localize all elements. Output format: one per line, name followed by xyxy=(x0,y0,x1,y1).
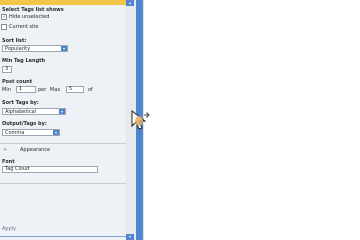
footer-bar xyxy=(0,236,126,237)
post-count-label: Post count xyxy=(2,79,33,85)
hide-unselected-checkbox[interactable]: ✓ xyxy=(1,14,7,20)
scroll-up-icon[interactable]: ▴ xyxy=(126,0,134,6)
current-site-checkbox[interactable] xyxy=(1,24,7,30)
font-label: Font xyxy=(2,159,15,165)
sort-tags-value: Alphabetical xyxy=(5,109,37,115)
output-value: Comma xyxy=(5,130,25,136)
settings-panel: Select Tags list shows ✓ Hide unselected… xyxy=(0,0,126,240)
output-select[interactable]: Comma ▾ xyxy=(2,129,60,136)
sort-list-select[interactable]: Popularity ▾ xyxy=(2,45,68,52)
sort-list-value: Popularity xyxy=(5,46,31,52)
footer-text: Apply xyxy=(2,226,17,232)
sort-tags-select[interactable]: Alphabetical ▾ xyxy=(2,108,66,115)
chevron-down-icon: ▾ xyxy=(59,109,65,114)
scroll-down-icon[interactable]: ▾ xyxy=(126,234,134,240)
min-tag-length-input[interactable]: 3 xyxy=(2,66,12,73)
panel-header: Select Tags list shows xyxy=(2,7,64,13)
post-count-max-label: Max xyxy=(50,87,61,93)
chevron-down-icon: ▾ xyxy=(61,46,67,51)
post-count-min-input[interactable]: 1 xyxy=(16,86,36,93)
post-count-max-input[interactable]: 5 xyxy=(66,86,84,93)
current-site-label: Current site xyxy=(9,24,39,30)
font-input[interactable]: Tag Cloud xyxy=(2,166,98,173)
panel-top-bar xyxy=(0,0,126,5)
sort-list-label: Sort list: xyxy=(2,38,27,44)
sort-tags-label: Sort Tags by: xyxy=(2,100,39,106)
post-count-unit: of xyxy=(88,87,93,93)
expand-icon[interactable]: + xyxy=(3,147,7,153)
output-label: Output/Tags by: xyxy=(2,121,47,127)
resize-cursor-icon xyxy=(131,109,150,130)
min-tag-length-label: Min Tag Length xyxy=(2,58,46,64)
section-divider xyxy=(0,143,126,144)
post-count-min-label: Min xyxy=(2,87,11,93)
hide-unselected-label: Hide unselected xyxy=(9,14,50,20)
section-divider xyxy=(0,183,126,184)
post-count-per-label: per xyxy=(38,87,47,93)
chevron-down-icon: ▾ xyxy=(53,130,59,135)
appearance-section-title[interactable]: Appearance xyxy=(20,147,50,153)
